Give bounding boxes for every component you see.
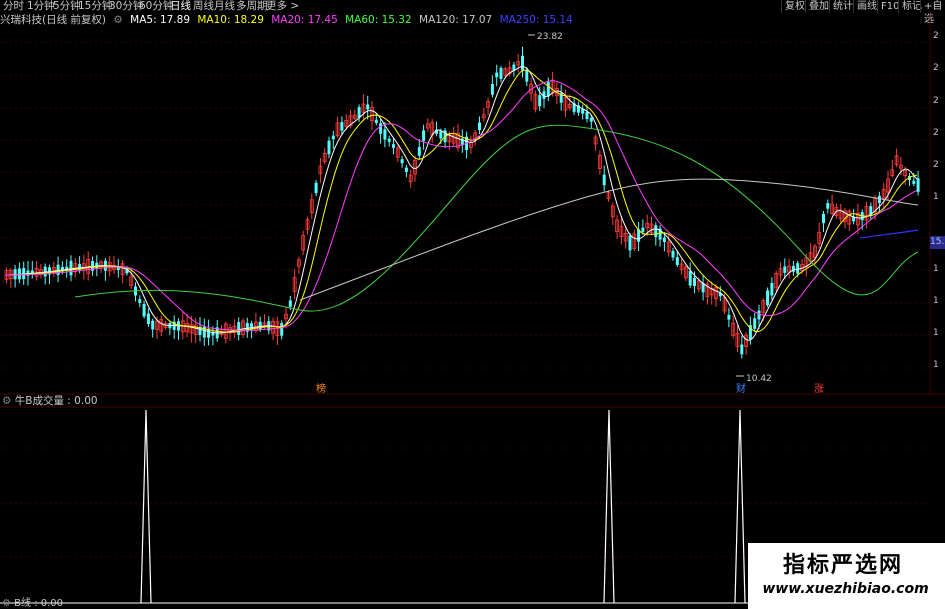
volume-spike bbox=[603, 409, 615, 604]
candle-body bbox=[740, 344, 744, 355]
candle-body bbox=[675, 257, 679, 265]
candle-body bbox=[628, 235, 632, 251]
scale-label: 2 bbox=[933, 128, 939, 138]
candle-body bbox=[783, 266, 787, 273]
scale-label: 2 bbox=[933, 160, 939, 170]
candle-body bbox=[822, 213, 825, 224]
candle-body bbox=[280, 323, 284, 336]
b-line-value: B线 : 0.00 bbox=[14, 598, 64, 609]
candle-body bbox=[654, 225, 658, 238]
candle-body bbox=[877, 195, 881, 204]
candle-body bbox=[314, 182, 318, 194]
scale-label: 2 bbox=[933, 96, 939, 106]
scale-label: 2 bbox=[933, 31, 939, 41]
watermark-cn: 指标严选网 bbox=[782, 553, 903, 578]
scale-label: 1 bbox=[933, 328, 939, 338]
sub-bottom-label: ⚙ B线 : 0.00 bbox=[2, 598, 63, 609]
candle-body bbox=[142, 303, 146, 317]
current-price-tag: 15. bbox=[930, 236, 945, 249]
candle-body bbox=[340, 122, 344, 131]
low-price-label: 10.42 bbox=[746, 374, 772, 384]
candle-body bbox=[585, 111, 589, 120]
candle-body bbox=[357, 107, 361, 118]
candle-body bbox=[422, 130, 426, 141]
candle-body bbox=[770, 282, 774, 296]
candle-body bbox=[826, 203, 830, 209]
candle-body bbox=[499, 68, 503, 79]
ma250-line bbox=[859, 229, 919, 239]
candle-body bbox=[490, 84, 494, 95]
gear-icon[interactable]: ⚙ bbox=[2, 598, 11, 609]
candle-body bbox=[796, 263, 800, 274]
sub-indicator-value: 牛B成交量 : 0.00 bbox=[14, 395, 98, 407]
candle-body bbox=[757, 310, 761, 320]
candle-body bbox=[478, 122, 481, 131]
candle-body bbox=[766, 290, 770, 306]
candle-body bbox=[237, 322, 241, 336]
candle-body bbox=[366, 104, 370, 110]
watermark-url: www.xuezhibiao.com bbox=[762, 581, 929, 597]
candle-body bbox=[69, 260, 73, 276]
marker-cai[interactable]: 财 bbox=[736, 382, 746, 395]
ma60-line bbox=[74, 124, 919, 312]
candle-body bbox=[417, 147, 421, 156]
candle-body bbox=[495, 72, 499, 78]
candle-body bbox=[525, 70, 529, 82]
gear-icon[interactable]: ⚙ bbox=[2, 395, 11, 407]
ma20-line bbox=[5, 80, 918, 331]
scale-label: 1 bbox=[933, 296, 939, 306]
scale-label: 1 bbox=[933, 192, 939, 202]
candle-body bbox=[392, 144, 395, 148]
candle-body bbox=[641, 227, 645, 232]
candle-body bbox=[439, 130, 443, 139]
candle-body bbox=[288, 300, 292, 307]
candle-body bbox=[662, 237, 666, 243]
high-price-label: 23.82 bbox=[537, 32, 563, 42]
candle-body bbox=[916, 178, 920, 192]
scale-label: 1 bbox=[933, 264, 939, 274]
candle-body bbox=[589, 117, 593, 122]
scale-label: 2 bbox=[933, 63, 939, 73]
candle-body bbox=[379, 123, 383, 134]
sub-indicator-label: ⚙ 牛B成交量 : 0.00 bbox=[2, 395, 98, 407]
candle-body bbox=[374, 119, 378, 123]
candle-body bbox=[753, 318, 757, 329]
kline-chart[interactable]: 23.82 10.42 榜 财 涨 bbox=[0, 0, 945, 609]
candle-body bbox=[693, 277, 696, 287]
volume-spike bbox=[140, 409, 152, 604]
candle-body bbox=[538, 95, 542, 107]
candle-body bbox=[546, 82, 550, 97]
candle-body bbox=[387, 138, 391, 142]
candle-body bbox=[327, 140, 331, 155]
candle-body bbox=[146, 313, 150, 325]
candle-body bbox=[400, 159, 404, 164]
candle-body bbox=[404, 167, 408, 172]
candle-body bbox=[151, 320, 155, 330]
candle-body bbox=[138, 299, 142, 303]
candle-body bbox=[331, 135, 335, 140]
candle-body bbox=[383, 129, 387, 140]
candle-body bbox=[521, 55, 524, 71]
candle-body bbox=[671, 250, 675, 258]
marker-bang[interactable]: 榜 bbox=[316, 382, 326, 395]
candle-body bbox=[912, 180, 916, 184]
candle-body bbox=[727, 314, 731, 320]
candle-body bbox=[602, 174, 606, 186]
marker-zhang[interactable]: 涨 bbox=[814, 383, 824, 395]
candle-body bbox=[688, 270, 692, 286]
site-watermark: 指标严选网 www.xuezhibiao.com bbox=[748, 543, 945, 609]
candle-body bbox=[258, 321, 262, 330]
scale-label: 1 bbox=[933, 360, 939, 370]
volume-spike bbox=[734, 409, 746, 604]
